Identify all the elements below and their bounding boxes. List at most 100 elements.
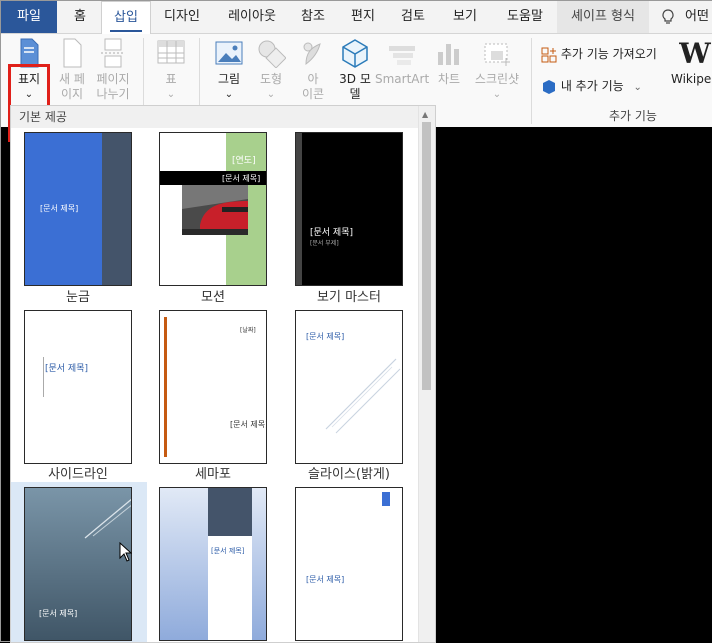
tab-design[interactable]: 디자인 <box>153 1 211 33</box>
new-page-icon <box>63 38 82 68</box>
tile-title: [문서 제목] <box>222 174 261 183</box>
tile-accent <box>382 492 390 506</box>
new-page-button[interactable]: 새 페 이지 <box>55 38 89 102</box>
tile-title: [문서 제목] <box>45 364 89 374</box>
3d-model-button[interactable]: 3D 모 델 <box>335 38 375 102</box>
screenshot-icon <box>484 43 510 66</box>
tell-me-search[interactable]: 어떤 <box>685 1 712 33</box>
table-label: 표 <box>165 72 177 86</box>
scrollbar-thumb[interactable] <box>422 122 431 390</box>
gallery-section-header: 기본 제공 <box>11 106 419 128</box>
window: 파일 홈 삽입 디자인 레이아웃 참조 편지 검토 보기 도움말 셰이프 형식 … <box>0 0 712 643</box>
cover-motion-label: 모션 <box>201 290 225 305</box>
slice-lines-graphic <box>325 358 401 434</box>
cover-page-gallery: 기본 제공 ▲ [문서 제목] 눈금 [연도] [문서 제목] 모션 [문서 제… <box>10 105 436 643</box>
scroll-up-icon[interactable]: ▲ <box>422 110 428 119</box>
tab-layout[interactable]: 레이아웃 <box>217 1 287 33</box>
lightbulb-icon[interactable] <box>661 9 675 25</box>
page-break-button[interactable]: 페이지 나누기 <box>91 38 135 102</box>
tile-titlebar: [문서 제목] <box>160 171 266 185</box>
tile-title: [문서 제목] <box>310 228 354 238</box>
tab-insert[interactable]: 삽입 <box>101 1 151 35</box>
wikipedia-label: Wikipe <box>671 72 712 86</box>
tab-review[interactable]: 검토 <box>391 1 435 33</box>
icons-button[interactable]: 아 이콘 <box>295 38 331 102</box>
tab-help[interactable]: 도움말 <box>495 1 555 33</box>
chevron-down-icon: ⌄ <box>492 89 502 100</box>
tile-title: [문서 제목] <box>39 609 78 618</box>
cover-view-master[interactable]: [문서 제목] [문서 부제] <box>295 132 403 286</box>
cover-motion[interactable]: [연도] [문서 제목] <box>159 132 267 286</box>
my-addins-label: 내 추가 기능 <box>560 79 624 93</box>
tab-references[interactable]: 참조 <box>291 1 335 33</box>
chevron-down-icon: ⌄ <box>633 82 642 93</box>
table-button[interactable]: 표 ⌄ <box>153 38 189 102</box>
icons-label-1: 아 <box>307 72 319 86</box>
page-break-label-2: 나누기 <box>96 87 130 101</box>
icons-icon <box>303 42 321 66</box>
tile-title: [문서 제목] <box>211 547 245 555</box>
banded-background <box>160 488 266 640</box>
get-addins-label: 추가 기능 가져오기 <box>560 47 657 61</box>
icons-label-2: 이콘 <box>301 87 325 101</box>
3d-model-label-2: 델 <box>349 87 361 101</box>
cover-banded[interactable]: [문서 제목] <box>159 487 267 641</box>
my-addins-button[interactable]: 내 추가 기능 ⌄ <box>541 77 642 95</box>
shapes-label: 도형 <box>259 72 283 86</box>
wikipedia-icon: W <box>679 37 711 70</box>
shapes-button[interactable]: 도형 ⌄ <box>253 38 289 102</box>
cover-sideline-label: 사이드라인 <box>48 467 108 482</box>
tile-title: [문서 제목] <box>40 204 79 213</box>
tab-file[interactable]: 파일 <box>1 1 57 33</box>
chart-button[interactable]: 차트 <box>431 38 467 87</box>
cover-ion[interactable]: [문서 제목] <box>295 487 403 641</box>
pictures-label: 그림 <box>217 72 241 86</box>
cover-view-master-label: 보기 마스터 <box>317 290 381 305</box>
tile-date: [날짜] <box>240 327 256 334</box>
addin-box-icon <box>543 79 555 94</box>
smartart-button[interactable]: SmartArt <box>375 38 429 87</box>
page-break-label-1: 페이지 <box>96 72 130 86</box>
pictures-button[interactable]: 그림 ⌄ <box>209 38 249 102</box>
chevron-down-icon: ⌄ <box>166 89 176 100</box>
screenshot-button[interactable]: 스크린샷 ⌄ <box>469 38 525 102</box>
cover-semaphore[interactable]: [날짜] [문서 제목] <box>159 310 267 464</box>
ribbon-tab-bar: 파일 홈 삽입 디자인 레이아웃 참조 편지 검토 보기 도움말 셰이프 형식 … <box>1 1 712 35</box>
ribbon-separator <box>531 38 532 124</box>
tab-home[interactable]: 홈 <box>59 1 101 33</box>
new-page-label-2: 이지 <box>60 87 84 101</box>
tile-sidebar <box>102 133 131 285</box>
addins-group-label: 추가 기능 <box>609 109 657 123</box>
cover-grid-label: 눈금 <box>66 290 90 305</box>
tab-shape-format[interactable]: 셰이프 형식 <box>557 1 649 33</box>
cover-slice-dark[interactable]: [문서 제목] <box>24 487 132 641</box>
tile-year: [연도] <box>232 156 256 166</box>
tile-title: [문서 제목] <box>230 420 267 429</box>
cover-grid[interactable]: [문서 제목] <box>24 132 132 286</box>
shapes-icon <box>258 40 286 68</box>
tab-view[interactable]: 보기 <box>441 1 489 33</box>
chevron-down-icon: ⌄ <box>224 89 234 100</box>
page-break-icon <box>101 38 125 68</box>
cube-icon <box>342 39 368 68</box>
tile-subtitle: [문서 부제] <box>310 240 339 247</box>
tile-title: [문서 제목] <box>306 575 345 584</box>
cover-slice-light-label: 슬라이스(밝게) <box>308 467 390 482</box>
table-icon <box>157 40 185 64</box>
smartart-label: SmartArt <box>375 72 430 86</box>
tile-edge <box>296 133 302 285</box>
tab-mailings[interactable]: 편지 <box>341 1 385 33</box>
mouse-pointer-icon <box>119 542 132 562</box>
cover-sideline[interactable]: [문서 제목] <box>24 310 132 464</box>
wikipedia-button[interactable]: W Wikipe <box>671 38 712 87</box>
picture-icon <box>215 41 243 65</box>
get-addins-button[interactable]: 추가 기능 가져오기 <box>541 45 657 63</box>
cover-slice-light[interactable]: [문서 제목] <box>295 310 403 464</box>
document-area <box>436 127 712 643</box>
chart-label: 차트 <box>437 72 461 86</box>
3d-model-label-1: 3D 모 <box>339 72 371 86</box>
gallery-scrollbar[interactable]: ▲ <box>418 106 435 642</box>
chart-icon <box>438 44 459 65</box>
chevron-down-icon: ⌄ <box>266 89 276 100</box>
add-grid-icon <box>541 47 557 62</box>
